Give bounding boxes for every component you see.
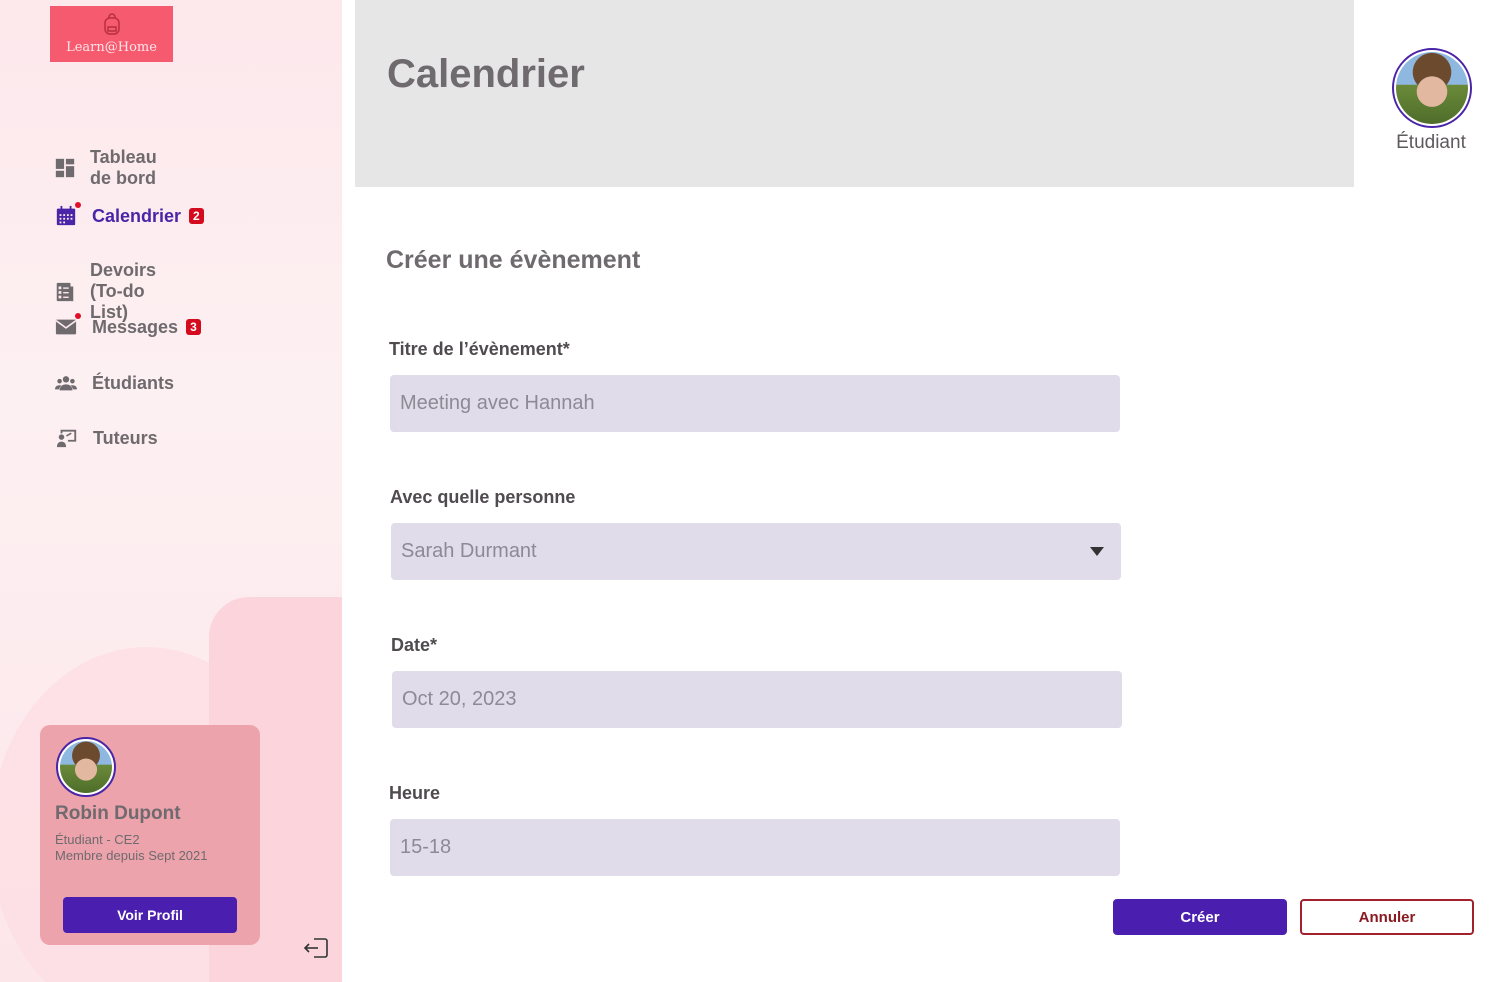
avatar-image xyxy=(1396,52,1468,124)
count-badge: 2 xyxy=(189,208,204,224)
sidebar-item-dashboard[interactable]: Tableau de bord xyxy=(54,147,159,189)
count-badge: 3 xyxy=(186,319,201,335)
notification-dot xyxy=(75,202,81,208)
logout-icon[interactable] xyxy=(302,934,330,962)
mail-icon xyxy=(54,313,81,339)
students-icon xyxy=(54,371,78,395)
sidebar-item-todo[interactable]: Devoirs (To-do List) xyxy=(54,260,158,323)
user-menu[interactable]: Étudiant xyxy=(1392,48,1472,154)
avatar[interactable] xyxy=(1392,48,1472,128)
profile-details: Étudiant - CE2 Membre depuis Sept 2021 xyxy=(55,832,207,864)
profile-member-since: Membre depuis Sept 2021 xyxy=(55,848,208,863)
person-select-value: Sarah Durmant xyxy=(401,540,537,562)
caret-down-icon xyxy=(1090,547,1104,556)
backpack-icon xyxy=(103,13,120,35)
form-title: Créer une évènement xyxy=(386,246,641,274)
event-title-input[interactable]: Meeting avec Hannah xyxy=(390,375,1120,432)
page-title: Calendrier xyxy=(387,52,585,96)
notification-dot xyxy=(75,313,81,319)
sidebar-item-messages[interactable]: Messages 3 xyxy=(54,313,201,339)
sidebar-item-label: Calendrier xyxy=(92,205,182,226)
page-header: Calendrier xyxy=(355,0,1354,187)
todo-list-icon xyxy=(54,280,76,304)
create-button[interactable]: Créer xyxy=(1113,899,1287,935)
tutors-icon xyxy=(55,426,79,450)
logo-text: Learn@Home xyxy=(66,40,157,55)
profile-name: Robin Dupont xyxy=(55,803,181,824)
app-logo[interactable]: Learn@Home xyxy=(50,6,173,62)
profile-role: Étudiant - CE2 xyxy=(55,832,140,847)
date-label: Date* xyxy=(391,635,438,655)
profile-card: Robin Dupont Étudiant - CE2 Membre depui… xyxy=(40,725,260,945)
time-label: Heure xyxy=(389,783,441,803)
dashboard-icon xyxy=(54,156,76,180)
calendar-icon xyxy=(54,202,81,228)
sidebar: Learn@Home Tableau de bord Calendrier 2 xyxy=(0,0,342,982)
sidebar-item-label: Messages xyxy=(92,316,179,337)
view-profile-button[interactable]: Voir Profil xyxy=(63,897,237,933)
sidebar-item-students[interactable]: Étudiants xyxy=(54,371,174,395)
cancel-button[interactable]: Annuler xyxy=(1300,899,1474,935)
time-input[interactable]: 15-18 xyxy=(390,819,1120,876)
sidebar-item-tutors[interactable]: Tuteurs xyxy=(55,426,158,450)
sidebar-item-label: Étudiants xyxy=(92,372,175,393)
sidebar-item-label: Tuteurs xyxy=(93,427,158,448)
sidebar-item-calendar[interactable]: Calendrier 2 xyxy=(54,202,204,228)
sidebar-item-label: Devoirs (To-do List) xyxy=(90,260,157,322)
avatar-image xyxy=(60,741,112,793)
person-label: Avec quelle personne xyxy=(390,487,576,507)
user-role: Étudiant xyxy=(1396,132,1466,153)
sidebar-item-label: Tableau de bord xyxy=(90,147,157,188)
date-input[interactable]: Oct 20, 2023 xyxy=(392,671,1122,728)
avatar[interactable] xyxy=(56,737,116,797)
event-title-label: Titre de l’évènement* xyxy=(389,339,570,359)
person-select[interactable]: Sarah Durmant xyxy=(391,523,1121,580)
